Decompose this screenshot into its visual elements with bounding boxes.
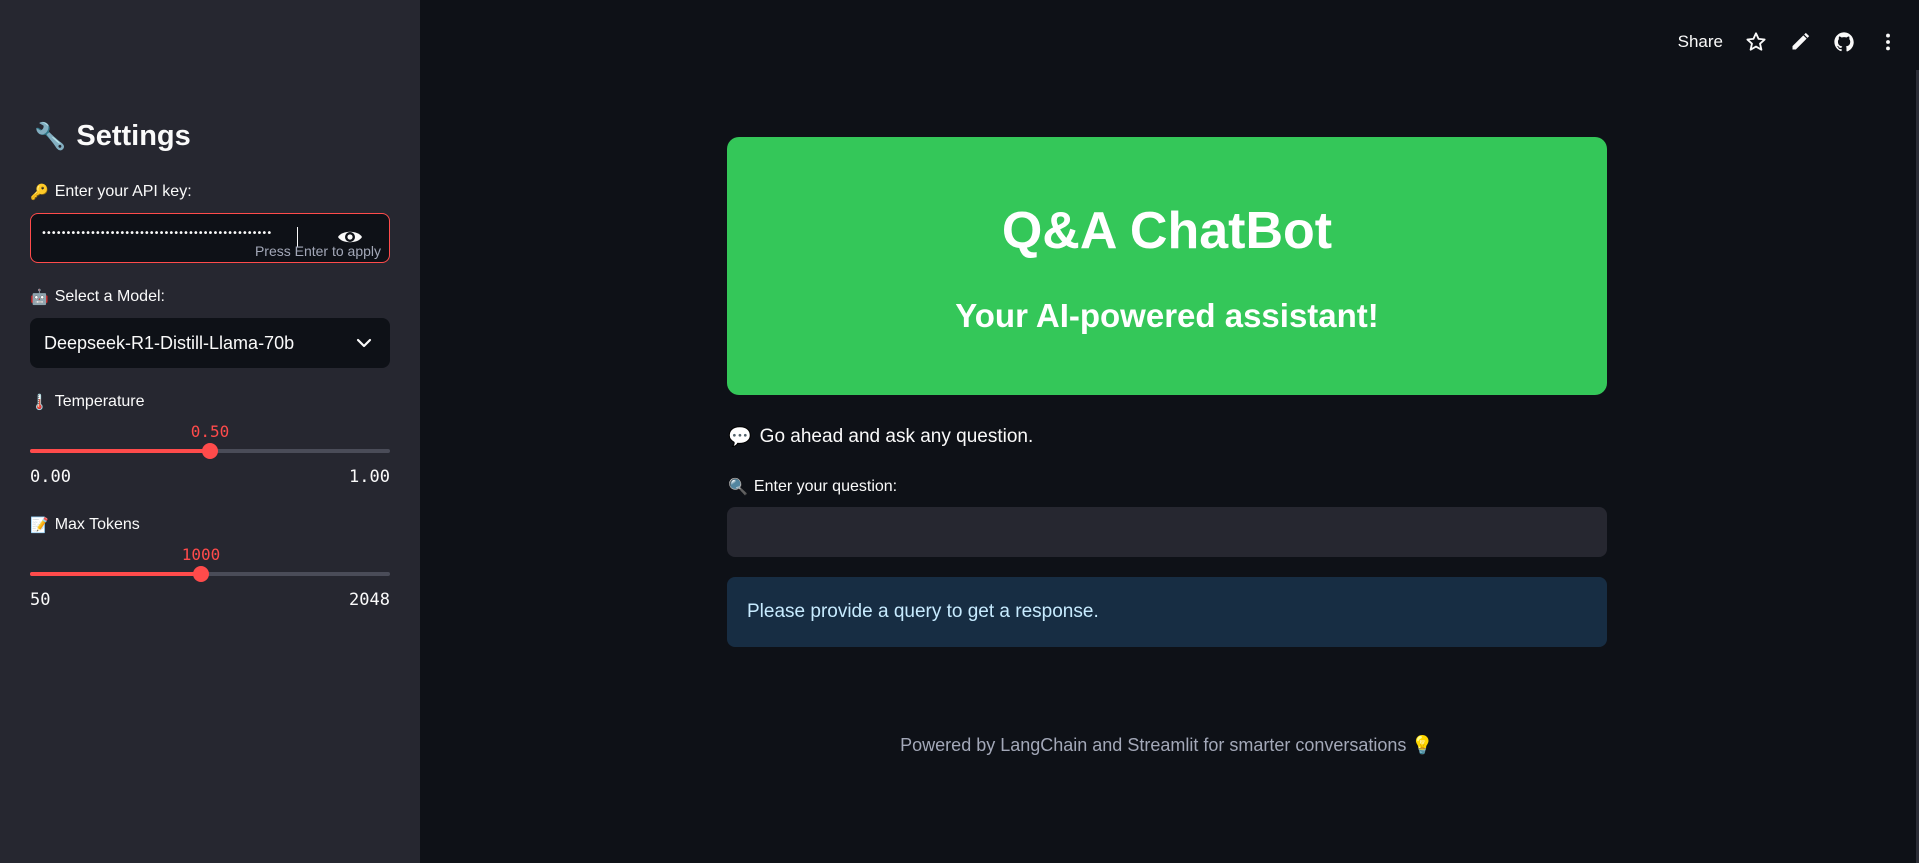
temperature-label: 🌡️ Temperature <box>30 393 145 411</box>
key-icon: 🔑 <box>30 184 49 201</box>
question-label-text: Enter your question: <box>753 478 898 495</box>
hero-banner: Q&A ChatBot Your AI-powered assistant! <box>727 137 1607 395</box>
sidebar-title-text: Settings <box>76 120 191 152</box>
thermometer-icon: 🌡️ <box>30 394 49 411</box>
info-alert: Please provide a query to get a response… <box>727 577 1607 647</box>
sidebar: 🔧 Settings 🔑 Enter your API key: •••••••… <box>0 0 420 863</box>
github-icon[interactable] <box>1833 31 1855 53</box>
memo-icon: 📝 <box>30 517 49 534</box>
chevron-down-icon <box>356 335 372 351</box>
speech-bubble-icon: 💬 <box>728 427 752 448</box>
api-key-label-text: Enter your API key: <box>54 183 192 200</box>
max-tokens-label-text: Max Tokens <box>54 516 140 533</box>
api-key-input[interactable]: ••••••••••••••••••••••••••••••••••••••••… <box>30 213 390 263</box>
temperature-max: 1.00 <box>349 467 390 487</box>
api-key-masked-value: ••••••••••••••••••••••••••••••••••••••••… <box>41 228 272 239</box>
slider-thumb[interactable] <box>202 443 218 459</box>
intro-text: 💬 Go ahead and ask any question. <box>728 425 1033 449</box>
more-vertical-icon[interactable] <box>1877 31 1899 53</box>
max-tokens-min: 50 <box>30 590 51 610</box>
intro-text-content: Go ahead and ask any question. <box>759 426 1034 447</box>
model-select[interactable]: Deepseek-R1-Distill-Llama-70b <box>30 318 390 368</box>
press-enter-hint: Press Enter to apply <box>254 243 381 259</box>
temperature-min: 0.00 <box>30 467 71 487</box>
temperature-label-text: Temperature <box>54 393 145 410</box>
footer-text: Powered by LangChain and Streamlit for s… <box>900 735 1434 755</box>
app-root: 🔧 Settings 🔑 Enter your API key: •••••••… <box>0 0 1919 863</box>
header-toolbar: Share <box>1678 28 1899 56</box>
robot-icon: 🤖 <box>30 289 49 306</box>
info-alert-text: Please provide a query to get a response… <box>747 601 1099 622</box>
temperature-value: 0.50 <box>190 422 230 441</box>
sidebar-title: 🔧 Settings <box>34 120 191 153</box>
share-button[interactable]: Share <box>1678 32 1723 52</box>
magnifier-icon: 🔍 <box>728 479 748 496</box>
max-tokens-max: 2048 <box>349 590 390 610</box>
slider-fill <box>30 449 210 453</box>
model-select-value: Deepseek-R1-Distill-Llama-70b <box>44 333 295 353</box>
question-label: 🔍 Enter your question: <box>728 477 897 497</box>
max-tokens-label: 📝 Max Tokens <box>30 516 140 534</box>
max-tokens-value: 1000 <box>181 545 221 564</box>
model-label-text: Select a Model: <box>54 288 165 305</box>
max-tokens-slider[interactable]: 1000 <box>30 545 390 598</box>
model-label: 🤖 Select a Model: <box>30 288 165 306</box>
wrench-icon: 🔧 <box>34 121 67 151</box>
hero-subtitle: Your AI-powered assistant! <box>955 297 1379 334</box>
api-key-label: 🔑 Enter your API key: <box>30 183 192 201</box>
temperature-slider[interactable]: 0.50 <box>30 422 390 475</box>
slider-fill <box>30 572 201 576</box>
slider-thumb[interactable] <box>193 566 209 582</box>
pencil-icon[interactable] <box>1789 31 1811 53</box>
hero-title: Q&A ChatBot <box>1001 202 1333 260</box>
star-icon[interactable] <box>1745 31 1767 53</box>
question-input[interactable] <box>727 507 1607 557</box>
